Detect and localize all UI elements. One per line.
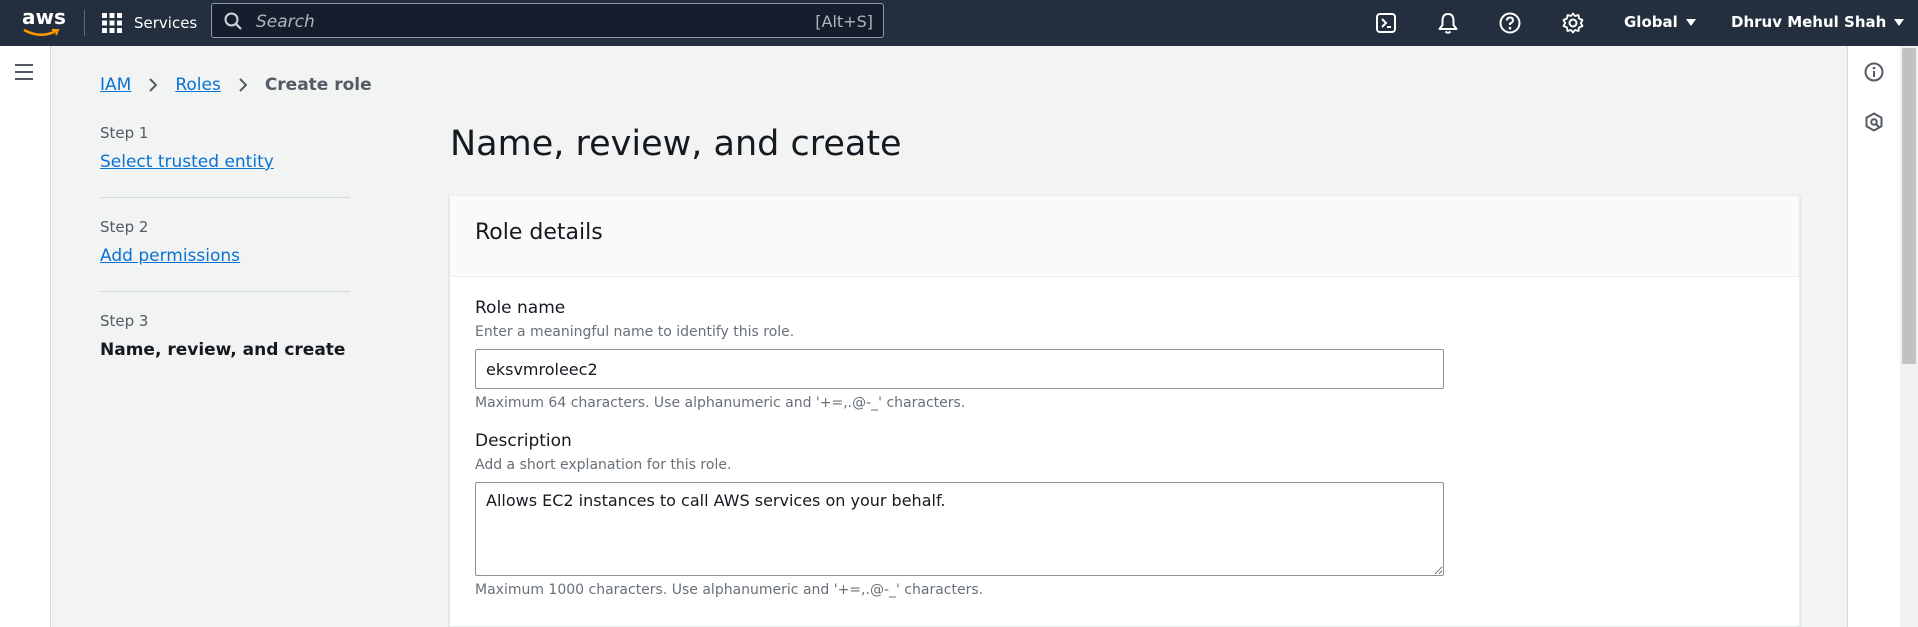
topbar-divider (84, 10, 85, 36)
description-label: Description (475, 431, 572, 451)
services-label: Services (134, 14, 198, 32)
chevron-right-icon (149, 78, 158, 92)
step-divider (100, 197, 350, 198)
step-2-number: Step 2 (100, 218, 149, 236)
role-details-title: Role details (475, 220, 603, 245)
role-name-label: Role name (475, 298, 566, 318)
scrollbar-thumb[interactable] (1902, 48, 1916, 364)
services-menu-button[interactable]: Services (102, 0, 197, 46)
search-icon (224, 12, 242, 30)
role-name-input[interactable] (475, 349, 1444, 389)
step-divider (100, 291, 350, 292)
top-navigation-bar: aws Services [Alt+S] (0, 0, 1918, 46)
region-selector[interactable]: Global (1624, 0, 1696, 44)
region-caret-icon (1685, 18, 1696, 26)
description-constraint: Maximum 1000 characters. Use alphanumeri… (475, 582, 984, 598)
aws-logo[interactable]: aws (22, 5, 66, 39)
role-details-container: Role details Role name Enter a meaningfu… (449, 195, 1800, 627)
menu-toggle-icon[interactable] (15, 64, 33, 80)
account-caret-icon (1894, 18, 1905, 26)
step-1-number: Step 1 (100, 124, 149, 142)
aws-smile-icon (23, 28, 60, 36)
role-name-constraint: Maximum 64 characters. Use alphanumeric … (475, 395, 966, 411)
role-name-description: Enter a meaningful name to identify this… (475, 324, 795, 340)
notifications-icon[interactable] (1436, 11, 1460, 35)
cloudshell-icon[interactable] (1374, 11, 1398, 35)
step-1-link[interactable]: Select trusted entity (100, 152, 274, 172)
role-details-header: Role details (450, 196, 1799, 277)
services-grid-icon (102, 13, 122, 33)
info-icon[interactable] (1864, 62, 1884, 82)
search-shortcut-hint: [Alt+S] (815, 12, 873, 31)
step-3-number: Step 3 (100, 312, 149, 330)
tools-rail (1847, 46, 1900, 627)
breadcrumb: IAM Roles Create role (100, 74, 372, 96)
search-box[interactable]: [Alt+S] (211, 3, 884, 39)
side-navigation-panel (0, 46, 51, 627)
help-icon[interactable] (1498, 11, 1522, 35)
aws-logo-text: aws (22, 5, 66, 29)
page-title: Name, review, and create (450, 124, 902, 164)
description-textarea[interactable]: Allows EC2 instances to call AWS service… (475, 482, 1444, 576)
description-hint: Add a short explanation for this role. (475, 457, 732, 473)
step-3-current: Name, review, and create (100, 340, 346, 360)
breadcrumb-roles[interactable]: Roles (175, 75, 221, 95)
chevron-right-icon (239, 78, 247, 92)
breadcrumb-create-role: Create role (264, 75, 372, 95)
region-label: Global (1624, 13, 1678, 31)
feedback-icon[interactable] (1864, 112, 1884, 132)
breadcrumb-iam[interactable]: IAM (100, 75, 131, 95)
account-name: Dhruv Mehul Shah (1731, 13, 1887, 31)
account-menu[interactable]: Dhruv Mehul Shah (1731, 0, 1905, 44)
settings-icon[interactable] (1561, 11, 1585, 35)
search-input[interactable] (254, 4, 778, 39)
page-scrollbar[interactable] (1900, 46, 1918, 627)
step-2-link[interactable]: Add permissions (100, 246, 240, 266)
